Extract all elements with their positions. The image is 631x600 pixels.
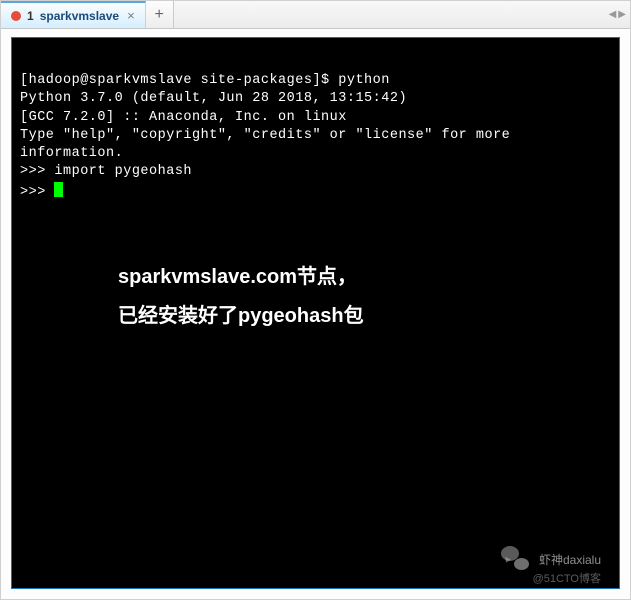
new-tab-button[interactable]: + <box>146 1 174 28</box>
cursor <box>54 182 63 197</box>
annotation-text: sparkvmslave.com节点， 已经安装好了pygeohash包 <box>118 258 364 336</box>
terminal-output: [hadoop@sparkvmslave site-packages]$ pyt… <box>20 54 611 202</box>
tab-status-dot <box>11 11 21 21</box>
watermark-secondary: @51CTO博客 <box>533 570 601 586</box>
tab-close-icon[interactable]: × <box>125 8 137 23</box>
annotation-line-1: sparkvmslave.com节点， <box>118 258 364 297</box>
terminal-container: [hadoop@sparkvmslave site-packages]$ pyt… <box>1 29 630 599</box>
terminal[interactable]: [hadoop@sparkvmslave site-packages]$ pyt… <box>11 37 620 589</box>
watermark-text: 虾神daxialu <box>539 551 601 568</box>
watermark: 虾神daxialu <box>501 546 601 572</box>
annotation-line-2: 已经安装好了pygeohash包 <box>118 297 364 336</box>
tab-bar: 1 sparkvmslave × + ◀ ▶ <box>1 1 630 29</box>
tab-nav-arrows: ◀ ▶ <box>609 1 626 28</box>
nav-left-icon[interactable]: ◀ <box>609 9 617 20</box>
terminal-window: 1 sparkvmslave × + ◀ ▶ [hadoop@sparkvmsl… <box>0 0 631 600</box>
wechat-icon <box>501 546 529 572</box>
tab-active[interactable]: 1 sparkvmslave × <box>1 1 146 28</box>
nav-right-icon[interactable]: ▶ <box>618 9 626 20</box>
tab-number: 1 <box>27 9 34 23</box>
tab-label: sparkvmslave <box>40 9 119 23</box>
